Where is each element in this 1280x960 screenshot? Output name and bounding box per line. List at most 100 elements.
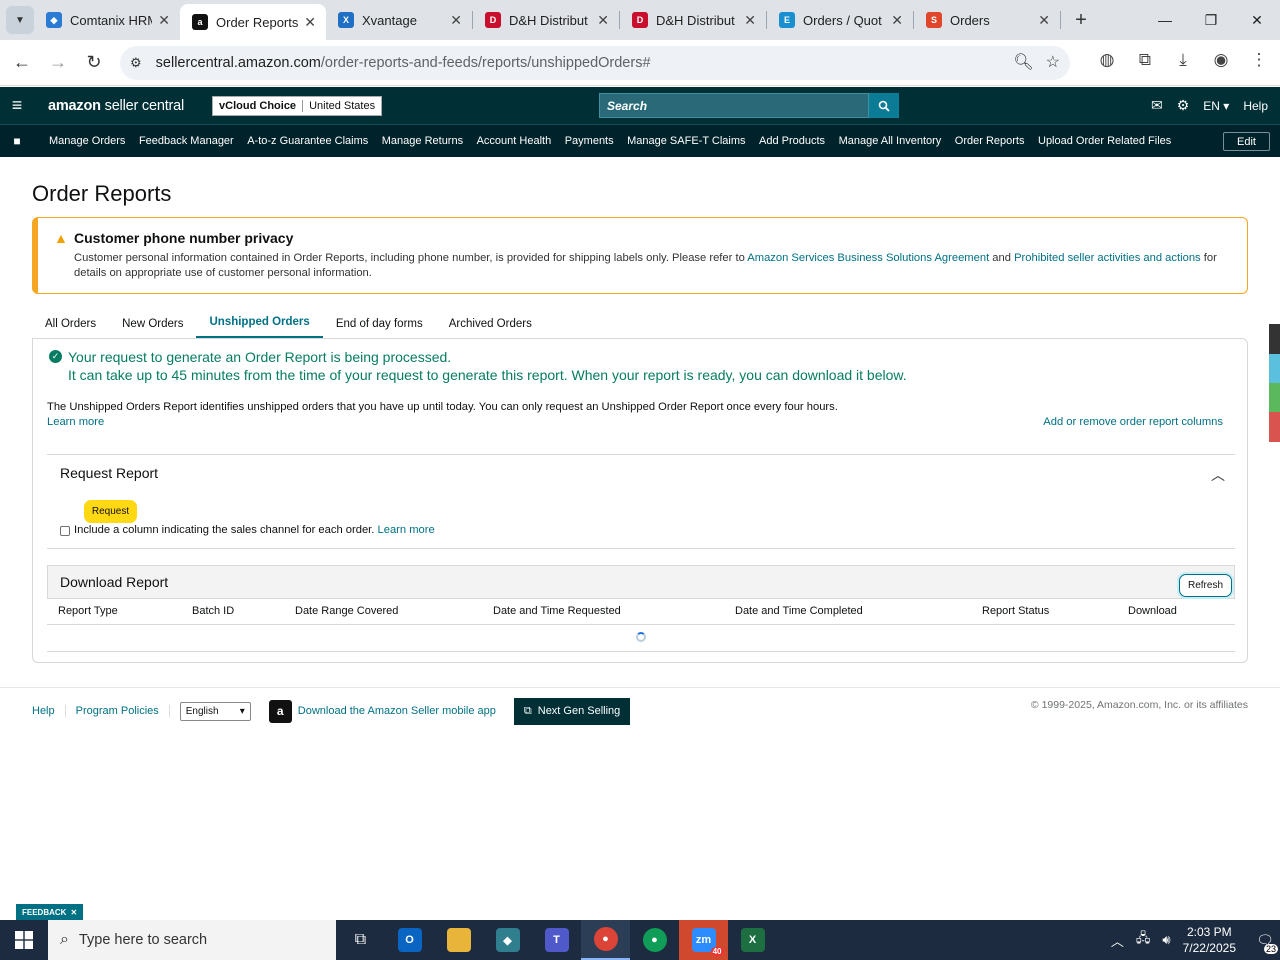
site-info-icon[interactable]: ⚙ <box>130 55 142 71</box>
url-host: sellercentral.amazon.com <box>155 55 321 71</box>
nav-upload-files[interactable]: Upload Order Related Files <box>1038 135 1171 147</box>
tab-archived-orders[interactable]: Archived Orders <box>436 308 545 339</box>
browser-tab-active[interactable]: a Order Reports ✕ <box>180 4 326 40</box>
search-input[interactable]: Search <box>599 93 869 118</box>
nav-manage-orders[interactable]: Manage Orders <box>49 135 125 147</box>
start-button[interactable] <box>0 920 48 960</box>
close-tab-icon[interactable]: ✕ <box>1038 12 1050 29</box>
account-name: vCloud Choice <box>213 99 304 112</box>
hamburger-menu-icon[interactable]: ≡ <box>0 95 34 116</box>
zoom-app[interactable]: zm 40 <box>679 920 728 960</box>
kite-app[interactable]: ◆ <box>483 920 532 960</box>
search-button[interactable] <box>869 93 899 118</box>
close-tab-icon[interactable]: ✕ <box>450 12 462 29</box>
nav-safe-t-claims[interactable]: Manage SAFE-T Claims <box>627 135 745 147</box>
windows-logo-icon <box>15 931 33 949</box>
minimize-icon[interactable]: — <box>1142 0 1188 40</box>
tab-end-of-day-forms[interactable]: End of day forms <box>323 308 436 339</box>
account-switcher[interactable]: vCloud Choice United States <box>212 95 383 116</box>
chrome-app-active[interactable]: ● <box>581 920 630 960</box>
outlook-app[interactable]: O <box>385 920 434 960</box>
taskbar-clock[interactable]: 2:03 PM 7/22/2025 <box>1183 924 1236 956</box>
download-icon[interactable]: ⤓ <box>1172 50 1194 70</box>
edit-nav-button[interactable]: Edit <box>1223 132 1270 151</box>
learn-more-link[interactable]: Learn more <box>47 416 104 428</box>
next-gen-selling-button[interactable]: ⧉ Next Gen Selling <box>513 697 631 725</box>
tab-unshipped-orders[interactable]: Unshipped Orders <box>196 308 323 339</box>
add-remove-columns-link[interactable]: Add or remove order report columns <box>1043 416 1223 428</box>
feedback-button[interactable]: FEEDBACK ✕ <box>16 904 84 920</box>
chevron-up-icon[interactable]: ︿ <box>1111 931 1124 950</box>
refresh-button[interactable]: Refresh <box>1178 574 1232 597</box>
extensions-icon[interactable]: ⧉ <box>1134 50 1156 70</box>
browser-tab[interactable]: ◆ Comtanix HRM ✕ <box>34 0 180 40</box>
sales-channel-learn-more[interactable]: Learn more <box>378 524 435 536</box>
alert-title: Customer phone number privacy <box>74 230 294 246</box>
zoom-icon[interactable]: 🔍︎ <box>1013 52 1033 72</box>
settings-gear-icon[interactable]: ⚙ <box>1177 97 1190 114</box>
teams-app[interactable]: T <box>532 920 581 960</box>
sales-channel-checkbox[interactable] <box>60 526 70 536</box>
close-window-icon[interactable]: ✕ <box>1234 0 1280 40</box>
nav-manage-returns[interactable]: Manage Returns <box>382 135 463 147</box>
footer-language-select[interactable]: English ▾ <box>179 701 251 721</box>
forward-icon[interactable]: → <box>40 45 76 81</box>
profile-icon[interactable]: ◉ <box>1210 50 1232 70</box>
close-tab-icon[interactable]: ✕ <box>597 12 609 29</box>
new-tab-button[interactable]: + <box>1067 6 1095 34</box>
back-icon[interactable]: ← <box>4 45 40 81</box>
nav-order-reports[interactable]: Order Reports <box>955 135 1025 147</box>
bsa-link[interactable]: Amazon Services Business Solutions Agree… <box>747 252 989 264</box>
seller-central-logo[interactable]: amazon seller central <box>48 98 184 114</box>
tab-all-orders[interactable]: All Orders <box>32 308 109 339</box>
network-icon[interactable]: 🖧︎ <box>1136 929 1151 951</box>
tab-search-button[interactable]: ▼ <box>6 6 34 34</box>
close-icon[interactable]: ✕ <box>70 908 77 917</box>
tab-new-orders[interactable]: New Orders <box>109 308 196 339</box>
bookmark-star-icon[interactable]: ☆ <box>1046 52 1060 72</box>
seller-app-link[interactable]: Download the Amazon Seller mobile app <box>298 705 496 717</box>
side-widget[interactable] <box>1269 324 1280 442</box>
chevron-up-icon[interactable]: ︿ <box>1211 465 1225 485</box>
nav-a-to-z-claims[interactable]: A-to-z Guarantee Claims <box>247 135 368 147</box>
chrome-app[interactable]: ● <box>630 920 679 960</box>
file-explorer-app[interactable] <box>434 920 483 960</box>
close-tab-icon[interactable]: ✕ <box>304 14 316 31</box>
prohibited-activities-link[interactable]: Prohibited seller activities and actions <box>1014 252 1201 264</box>
url-field[interactable]: ⚙ sellercentral.amazon.com/order-reports… <box>120 46 1070 80</box>
browser-tab[interactable]: X Xvantage ✕ <box>326 0 472 40</box>
page-title: Order Reports <box>32 181 172 206</box>
logo-seller-central: seller central <box>104 97 185 114</box>
request-button[interactable]: Request <box>84 500 137 523</box>
browser-tab[interactable]: S Orders ✕ <box>914 0 1060 40</box>
help-link[interactable]: Help <box>1243 99 1268 113</box>
volume-icon[interactable]: 🔊︎ <box>1162 932 1170 948</box>
close-tab-icon[interactable]: ✕ <box>158 12 170 29</box>
task-view-button[interactable]: ⧉ <box>336 920 385 960</box>
menu-kebab-icon[interactable]: ⋮ <box>1248 50 1270 70</box>
footer-help-link[interactable]: Help <box>32 705 66 717</box>
browser-tab[interactable]: D D&H Distribut ✕ <box>620 0 766 40</box>
nav-payments[interactable]: Payments <box>565 135 614 147</box>
nav-feedback-manager[interactable]: Feedback Manager <box>139 135 234 147</box>
nav-manage-inventory[interactable]: Manage All Inventory <box>839 135 942 147</box>
browser-tab[interactable]: D D&H Distribut ✕ <box>473 0 619 40</box>
taskbar-search-input[interactable]: ⌕ Type here to search <box>48 920 336 960</box>
language-selector[interactable]: EN ▾ <box>1203 99 1229 113</box>
close-tab-icon[interactable]: ✕ <box>891 12 903 29</box>
restore-icon[interactable]: ❐ <box>1188 0 1234 40</box>
notification-center-button[interactable]: 🗨︎ 23 <box>1250 920 1280 960</box>
footer-policies-link[interactable]: Program Policies <box>76 705 170 717</box>
browser-tab[interactable]: E Orders / Quot ✕ <box>767 0 913 40</box>
nav-account-health[interactable]: Account Health <box>477 135 552 147</box>
bookmark-icon[interactable]: ■ <box>0 134 34 148</box>
close-tab-icon[interactable]: ✕ <box>744 12 756 29</box>
report-description: The Unshipped Orders Report identifies u… <box>47 401 838 413</box>
nav-add-products[interactable]: Add Products <box>759 135 825 147</box>
mail-icon[interactable]: ✉ <box>1151 97 1163 114</box>
amazon-favicon: a <box>192 14 208 30</box>
reload-icon[interactable]: ↻ <box>76 45 112 81</box>
translate-icon[interactable]: ◍ <box>1096 50 1118 70</box>
excel-app[interactable]: X <box>728 920 777 960</box>
zoom-badge: 40 <box>710 947 724 956</box>
